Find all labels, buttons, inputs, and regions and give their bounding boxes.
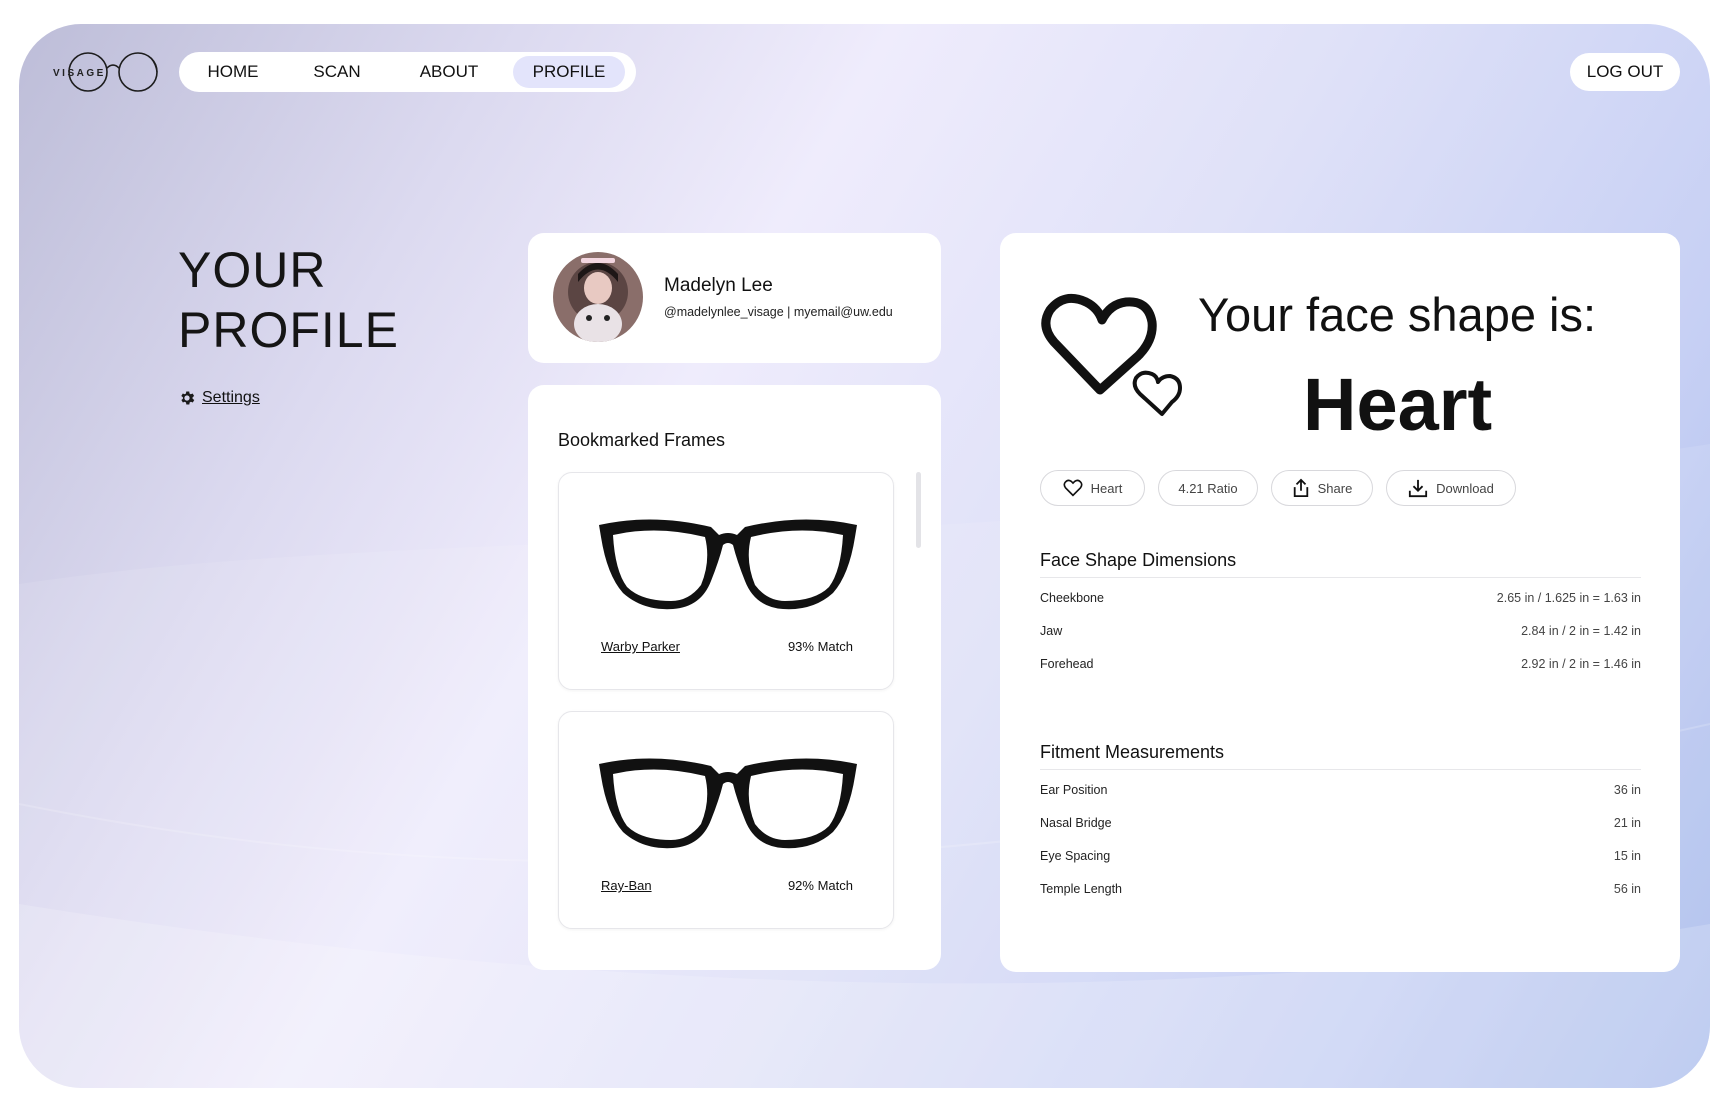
page-title: YOUR PROFILE [178,242,399,358]
bookmarks-scrollbar[interactable] [916,472,921,548]
heart-shape-icon [1041,293,1182,416]
main-nav: HOME SCAN ABOUT PROFILE [179,52,636,92]
ratio-pill[interactable]: 4.21 Ratio [1158,470,1258,506]
gear-icon [181,391,195,405]
avatar[interactable] [553,252,643,342]
user-handle-email: @madelynlee_visage | myemail@uw.edu [664,305,893,319]
dimensions-divider [1040,577,1641,578]
fitment-label: Ear Position [1040,783,1108,797]
fitment-label: Eye Spacing [1040,849,1111,863]
share-button[interactable]: Share [1271,470,1373,506]
nav-scan[interactable]: SCAN [285,56,389,88]
glasses-frame-image [599,758,857,849]
nav-home[interactable]: HOME [187,56,279,88]
share-icon [1293,478,1308,497]
download-button[interactable]: Download [1386,470,1516,506]
dimension-value: 2.84 in / 2 in = 1.42 in [1521,624,1641,638]
heart-pill-label: Heart [1090,480,1123,496]
download-label: Download [1436,480,1494,496]
fitment-divider [1040,769,1641,770]
logout-button[interactable]: LOG OUT [1570,53,1680,91]
bookmarks-title: Bookmarked Frames [558,430,726,450]
settings-label: Settings [202,389,260,406]
frame-brand-link[interactable]: Warby Parker [601,639,680,654]
dimension-value: 2.92 in / 2 in = 1.46 in [1521,657,1641,671]
fitment-value: 21 in [1613,816,1641,830]
dimension-row: Cheekbone 2.65 in / 1.625 in = 1.63 in [1040,591,1641,605]
heart-pill[interactable]: Heart [1040,470,1145,506]
fitment-label: Temple Length [1040,882,1123,896]
bookmark-frame-card[interactable]: Ray-Ban 92% Match [558,711,894,929]
avatar-image [553,252,643,342]
fitment-row: Temple Length 56 in [1040,882,1641,896]
nav-about[interactable]: ABOUT [395,56,503,88]
frame-brand-link[interactable]: Ray-Ban [601,878,652,893]
fitment-row: Eye Spacing 15 in [1040,849,1641,863]
dimension-label: Cheekbone [1040,591,1104,605]
ratio-pill-label: 4.21 Ratio [1178,480,1238,496]
nav-profile[interactable]: PROFILE [513,56,625,88]
heart-outline-icon [1063,479,1083,497]
fitment-row: Ear Position 36 in [1040,783,1641,797]
fitment-value: 56 in [1613,882,1641,896]
face-shape-heading: Your face shape is: [1198,288,1597,341]
frame-match-score: 93% Match [787,639,853,654]
fitment-value: 15 in [1613,849,1641,863]
dimension-value: 2.65 in / 1.625 in = 1.63 in [1496,591,1641,605]
dimension-label: Forehead [1040,657,1094,671]
download-icon [1408,479,1428,498]
fitment-row: Nasal Bridge 21 in [1040,816,1641,830]
fitment-label: Nasal Bridge [1040,816,1112,830]
dimensions-title: Face Shape Dimensions [1040,550,1237,570]
fitment-title: Fitment Measurements [1040,742,1225,762]
face-shape-result: Heart [1303,363,1493,446]
user-name: Madelyn Lee [664,275,773,296]
settings-link[interactable]: Settings [178,389,260,407]
dimension-row: Jaw 2.84 in / 2 in = 1.42 in [1040,624,1641,638]
logo-text: VISAGE [53,68,106,79]
frame-match-score: 92% Match [787,878,853,893]
profile-card [528,233,941,363]
glasses-frame-image [599,519,857,610]
dimension-row: Forehead 2.92 in / 2 in = 1.46 in [1040,657,1641,671]
dimension-label: Jaw [1040,624,1063,638]
bookmark-frame-card[interactable]: Warby Parker 93% Match [558,472,894,690]
share-label: Share [1317,480,1353,496]
fitment-value: 36 in [1613,783,1641,797]
